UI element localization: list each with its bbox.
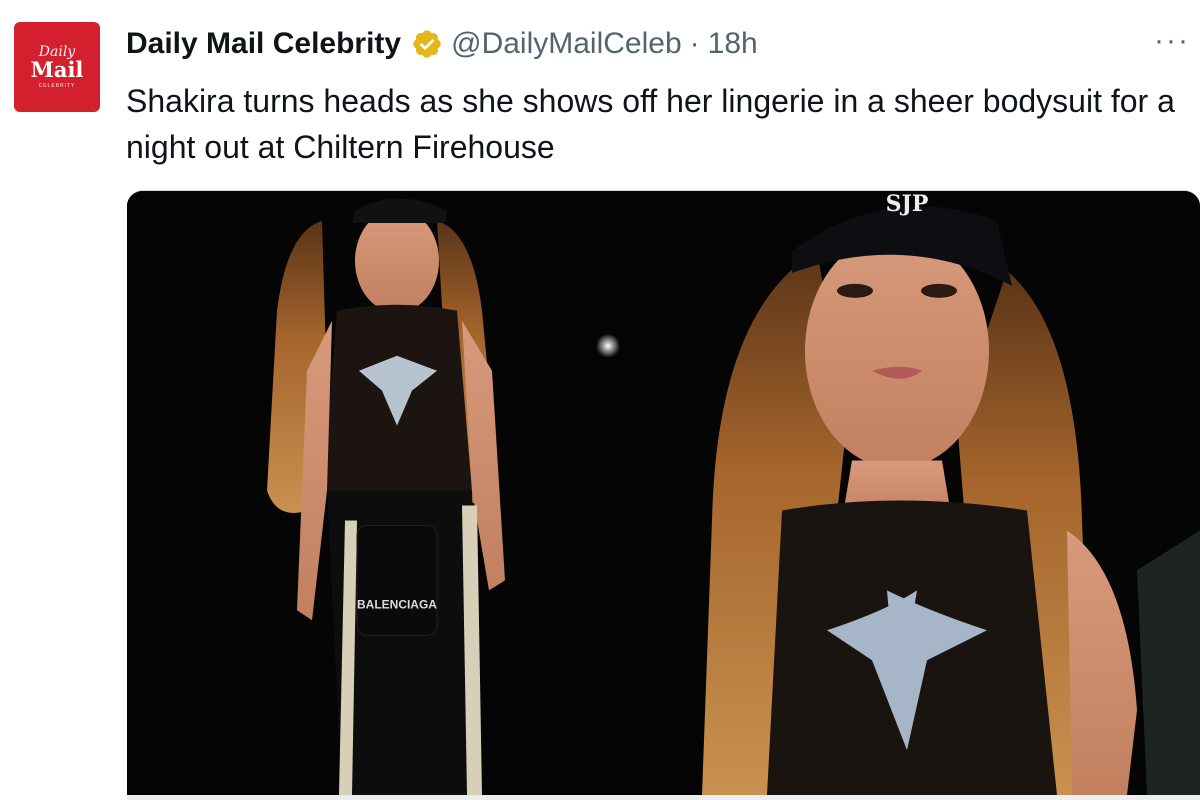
tweet-timestamp[interactable]: 18h	[708, 24, 758, 64]
tweet[interactable]: Daily Mail CELEBRITY Daily Mail Celebrit…	[0, 0, 1200, 800]
bag-text: BALENCIAGA	[357, 597, 437, 611]
tweet-header: Daily Mail Celebrity @DailyMailCeleb · 1…	[126, 24, 1140, 64]
media-bottom-edge	[127, 795, 1200, 800]
separator-dot: ·	[689, 27, 700, 60]
tweet-text: Shakira turns heads as she shows off her…	[126, 83, 1175, 165]
tweet-photo[interactable]: BALENCIAGA SJP	[127, 190, 1200, 795]
verified-badge-icon	[413, 30, 441, 58]
more-options-icon[interactable]: ···	[1154, 26, 1190, 56]
avatar-logo-line2: Mail	[30, 57, 84, 82]
cap-text: SJP	[886, 191, 929, 217]
avatar-logo-line3: CELEBRITY	[38, 83, 76, 89]
account-handle[interactable]: @DailyMailCeleb	[451, 24, 682, 64]
account-name[interactable]: Daily Mail Celebrity	[126, 24, 401, 64]
account-avatar[interactable]: Daily Mail CELEBRITY	[14, 22, 100, 112]
avatar-logo-line1: Daily	[38, 44, 76, 60]
photo-illustration: BALENCIAGA SJP	[127, 191, 1200, 795]
